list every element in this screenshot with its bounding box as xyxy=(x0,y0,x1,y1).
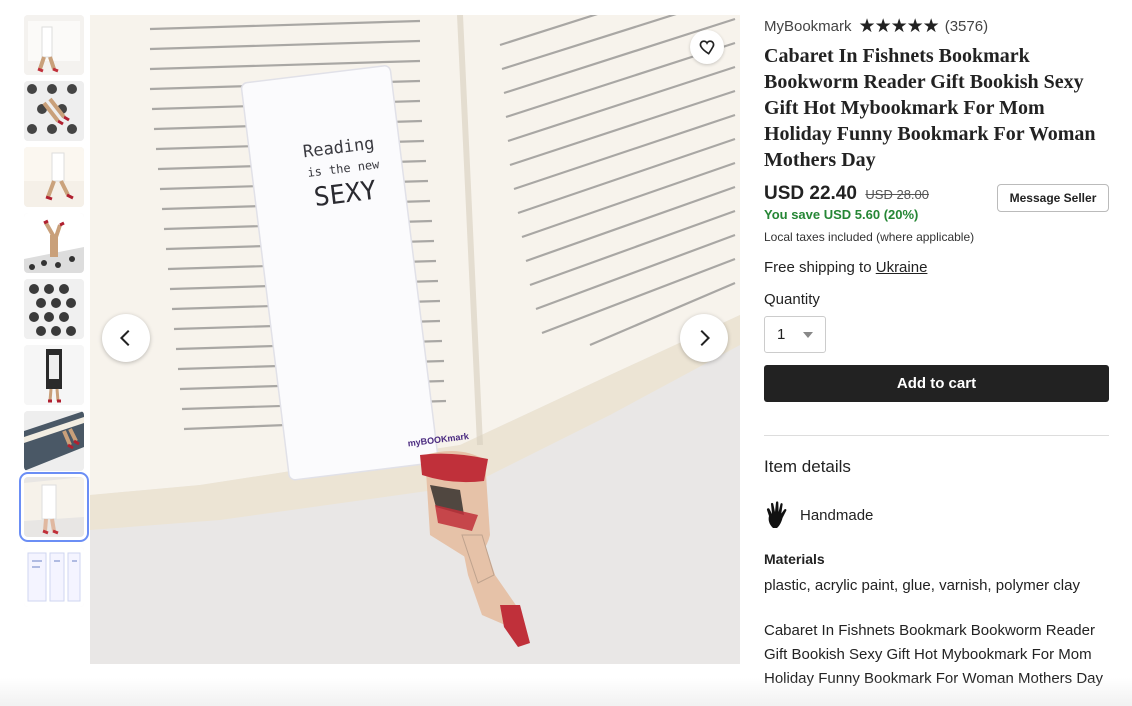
quantity-label: Quantity xyxy=(764,291,820,308)
thumbnail-3[interactable] xyxy=(24,147,84,207)
message-seller-button[interactable]: Message Seller xyxy=(997,184,1109,212)
thumbnail-7[interactable] xyxy=(24,411,84,471)
handmade-label: Handmade xyxy=(800,506,874,524)
materials-value: plastic, acrylic paint, glue, varnish, p… xyxy=(764,577,1080,594)
thumbnail-6[interactable] xyxy=(24,345,84,405)
materials-heading: Materials xyxy=(764,551,825,567)
main-product-image: Reading is the new SEXY myBOOKmark xyxy=(90,15,740,664)
thumbnail-9[interactable] xyxy=(24,547,84,607)
price-row: USD 22.40 USD 28.00 You save USD 5.60 (2… xyxy=(764,183,1109,222)
add-to-cart-button[interactable]: Add to cart xyxy=(764,365,1109,402)
thumbnail-1[interactable] xyxy=(24,15,84,75)
shipping-country-link[interactable]: Ukraine xyxy=(876,259,928,276)
item-details-heading[interactable]: Item details xyxy=(764,457,1109,477)
review-count[interactable]: (3576) xyxy=(945,18,988,35)
heart-icon xyxy=(699,40,715,55)
shipping-info: Free shipping to Ukraine xyxy=(764,259,1109,276)
product-info-panel: MyBookmark ★★★★★ (3576) Cabaret In Fishn… xyxy=(764,15,1109,691)
thumbnail-5[interactable] xyxy=(24,279,84,339)
handmade-row: Handmade xyxy=(764,500,1109,530)
previous-image-button[interactable] xyxy=(102,314,150,362)
thumbnail-list xyxy=(19,15,89,613)
chevron-right-icon xyxy=(700,329,711,347)
shipping-prefix: Free shipping to xyxy=(764,259,876,276)
product-title: Cabaret In Fishnets Bookmark Bookworm Re… xyxy=(764,45,1096,171)
thumbnail-8-selected[interactable] xyxy=(19,472,89,542)
quantity-select[interactable]: 1 xyxy=(764,316,826,353)
thumbnail-2[interactable] xyxy=(24,81,84,141)
quantity-value: 1 xyxy=(777,326,786,343)
price-block: USD 22.40 USD 28.00 You save USD 5.60 (2… xyxy=(764,183,929,222)
shop-name-link[interactable]: MyBookmark xyxy=(764,18,852,35)
chevron-left-icon xyxy=(119,329,130,347)
original-price: USD 28.00 xyxy=(865,187,929,202)
favorite-button[interactable] xyxy=(690,30,724,64)
shop-rating-row: MyBookmark ★★★★★ (3576) xyxy=(764,15,1109,37)
divider xyxy=(764,435,1109,436)
next-image-button[interactable] xyxy=(680,314,728,362)
bottom-fade xyxy=(0,678,1132,706)
thumbnail-4[interactable] xyxy=(24,213,84,273)
product-photo: Reading is the new SEXY myBOOKmark xyxy=(90,15,740,664)
rating-stars[interactable]: ★★★★★ xyxy=(859,15,940,38)
taxes-note: Local taxes included (where applicable) xyxy=(764,230,975,244)
hand-icon xyxy=(766,501,787,528)
caret-down-icon xyxy=(803,331,813,338)
current-price: USD 22.40 xyxy=(764,183,857,204)
savings-text: You save USD 5.60 (20%) xyxy=(764,207,919,222)
